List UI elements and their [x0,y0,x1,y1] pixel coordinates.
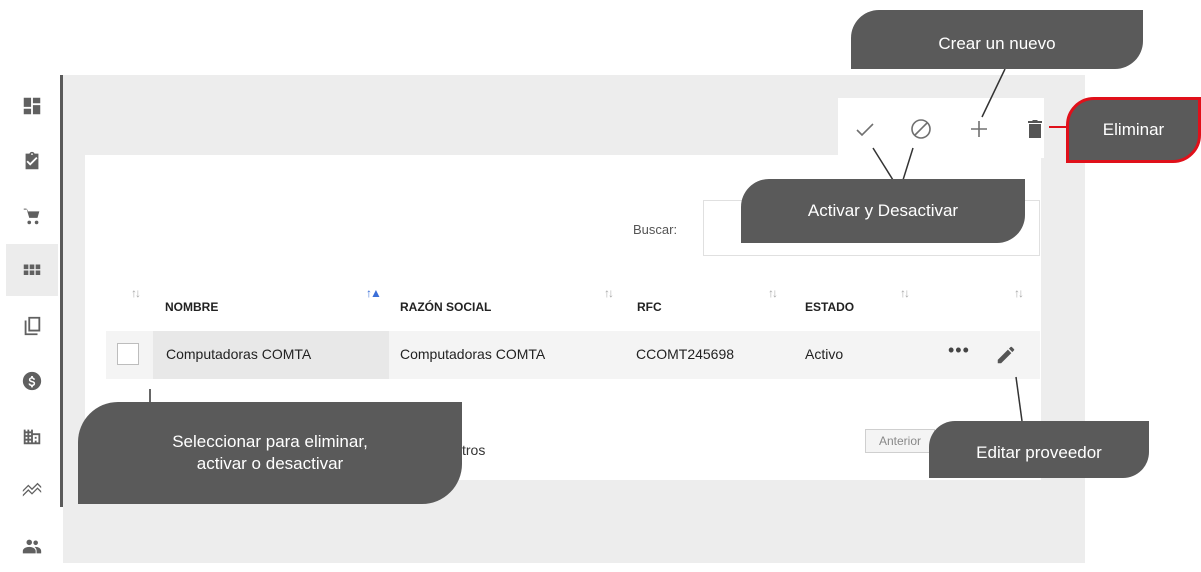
activate-button[interactable] [848,112,882,146]
sort-icon[interactable]: ↑↓ [768,286,778,300]
callout-activate-deactivate: Activar y Desactivar [741,179,1025,243]
column-header-rfc[interactable]: RFC [637,300,662,314]
sort-icon[interactable]: ↑↓ [604,286,614,300]
sidebar-item-payments[interactable] [6,355,58,407]
dashboard-icon [23,97,41,115]
sidebar-item-company[interactable] [6,410,58,462]
callout-select: Seleccionar para eliminar, activar o des… [78,402,462,504]
search-label: Buscar: [633,222,678,237]
copy-icon [24,316,41,336]
cell-nombre: Computadoras COMTA [166,346,312,362]
sidebar-item-providers[interactable] [6,244,58,296]
sort-icon[interactable]: ↑↓ [1014,286,1024,300]
users-icon [22,539,42,554]
callout-delete: Eliminar [1066,97,1201,163]
callout-select-line1: Seleccionar para eliminar, [172,432,368,451]
plus-icon [971,121,987,137]
building-icon [23,429,41,445]
action-toolbar [838,98,1044,158]
sidebar-item-users[interactable] [6,520,58,572]
sidebar [0,75,60,563]
edit-pencil-icon[interactable] [995,344,1017,366]
sort-icon-active[interactable]: ↑▲ [366,286,382,300]
callout-create: Crear un nuevo [851,10,1143,69]
sort-icon[interactable]: ↑↓ [900,286,910,300]
clipboard-check-icon [25,151,39,170]
trending-icon [22,482,42,497]
add-button[interactable] [962,112,996,146]
callout-select-line2: activar o desactivar [196,454,344,473]
sidebar-item-cart[interactable] [6,190,58,242]
column-header-razon-social[interactable]: RAZÓN SOCIAL [400,300,491,314]
cell-estado: Activo [805,346,844,362]
sort-icon[interactable]: ↑↓ [131,286,141,300]
sidebar-item-tasks[interactable] [6,135,58,187]
sidebar-item-reports[interactable] [6,465,58,517]
pagination-previous-button[interactable]: Anterior [865,429,935,453]
callout-edit-provider: Editar proveedor [929,421,1149,478]
row-select-checkbox[interactable] [117,343,139,365]
deactivate-button[interactable] [904,112,938,146]
grid-view-icon [23,264,41,276]
dollar-icon [22,371,42,391]
column-header-estado[interactable]: ESTADO [805,300,854,314]
sidebar-item-copy[interactable] [6,300,58,352]
column-header-nombre[interactable]: NOMBRE [165,300,218,314]
sidebar-item-dashboard[interactable] [6,80,58,132]
delete-button[interactable] [1018,112,1052,146]
more-options-icon[interactable]: ••• [948,340,970,361]
block-icon [911,119,931,139]
cell-razon-social: Computadoras COMTA [400,346,546,362]
cell-rfc: CCOMT245698 [636,346,735,362]
shopping-cart-icon [23,208,40,225]
check-icon [856,123,874,137]
trash-icon [1028,120,1042,138]
